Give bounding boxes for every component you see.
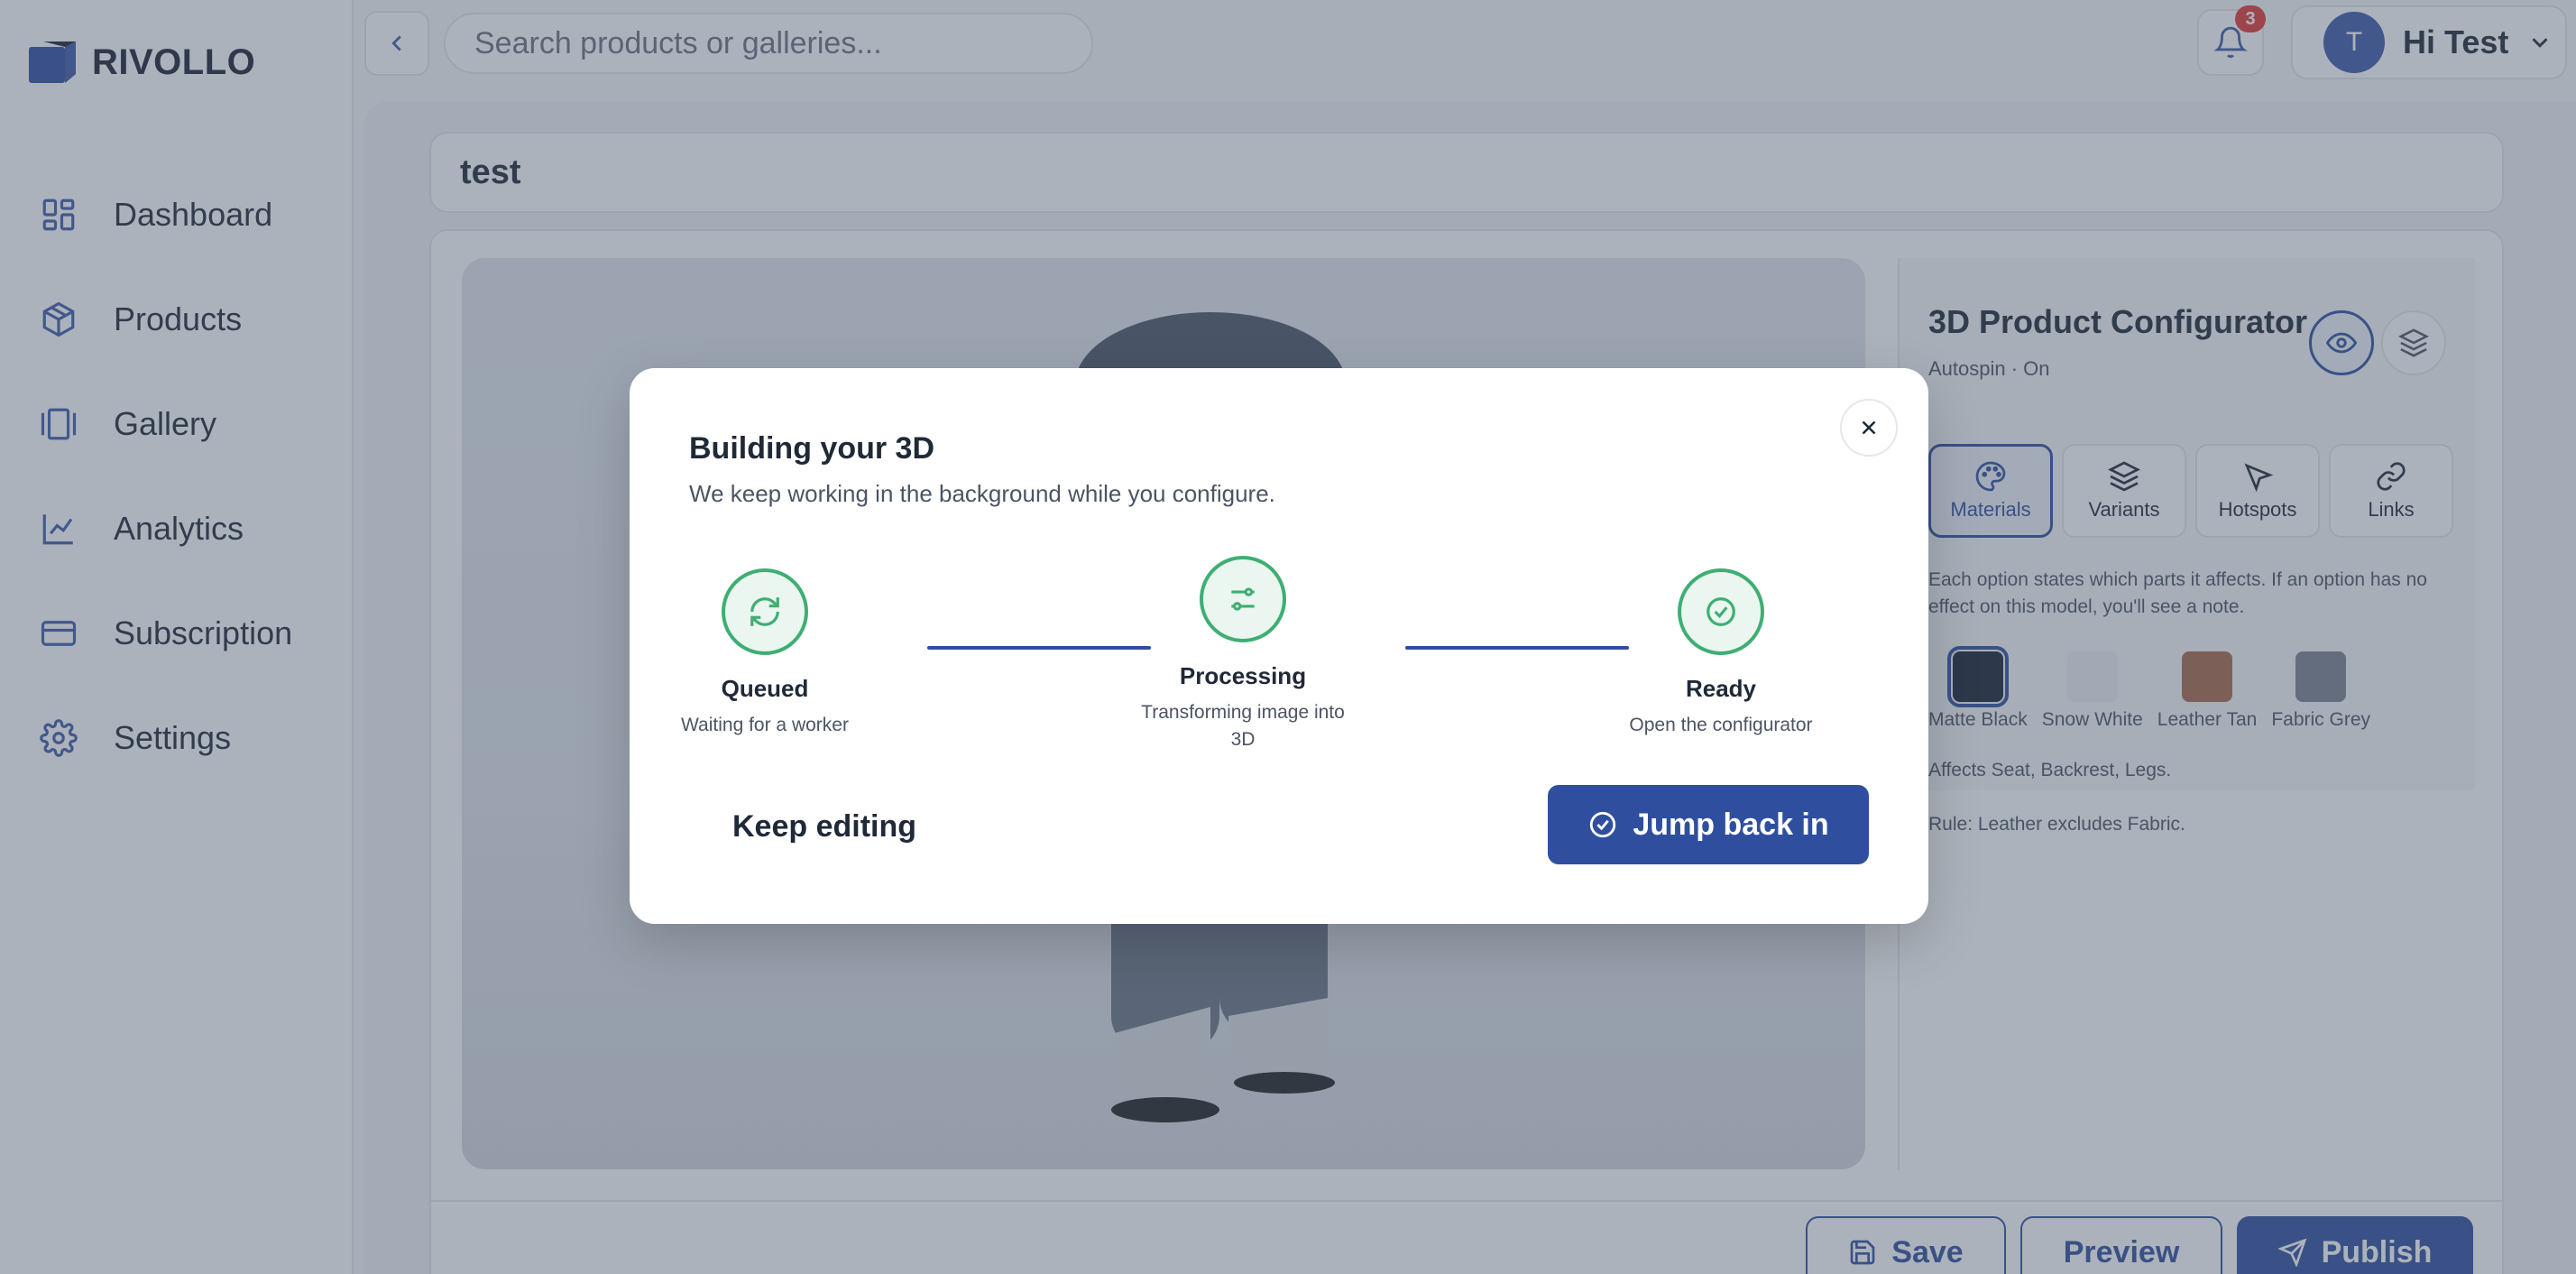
close-button[interactable]	[1840, 399, 1898, 457]
step-description: Waiting for a worker	[681, 715, 849, 735]
keep-editing-button[interactable]: Keep editing	[689, 787, 960, 866]
modal-title: Building your 3D	[689, 431, 934, 466]
jump-back-in-label: Jump back in	[1633, 807, 1829, 842]
modal-subtitle: We keep working in the background while …	[689, 480, 1275, 507]
step-description: Transforming image into 3D	[1141, 702, 1345, 750]
sliders-icon	[1231, 587, 1255, 611]
step-label: Ready	[1685, 675, 1757, 702]
step-circle	[722, 568, 808, 655]
step-label: Processing	[1179, 662, 1307, 689]
step-circle	[1200, 556, 1286, 642]
check-circle-icon	[1707, 597, 1735, 626]
step-description: Open the configurator	[1629, 715, 1813, 735]
build-progress-modal: Building your 3D We keep working in the …	[630, 368, 1928, 924]
step-queued: Queued Waiting for a worker	[648, 568, 882, 739]
refresh-icon	[750, 597, 779, 626]
close-icon	[1862, 420, 1876, 435]
step-processing: Processing Transforming image into 3D	[1126, 556, 1360, 753]
jump-back-in-button[interactable]: Jump back in	[1548, 785, 1869, 864]
step-circle	[1678, 568, 1764, 655]
step-connector	[1405, 646, 1629, 650]
step-connector	[927, 646, 1151, 650]
check-circle-icon	[1590, 811, 1616, 838]
step-ready: Ready Open the configurator	[1604, 568, 1838, 739]
step-label: Queued	[721, 675, 809, 702]
